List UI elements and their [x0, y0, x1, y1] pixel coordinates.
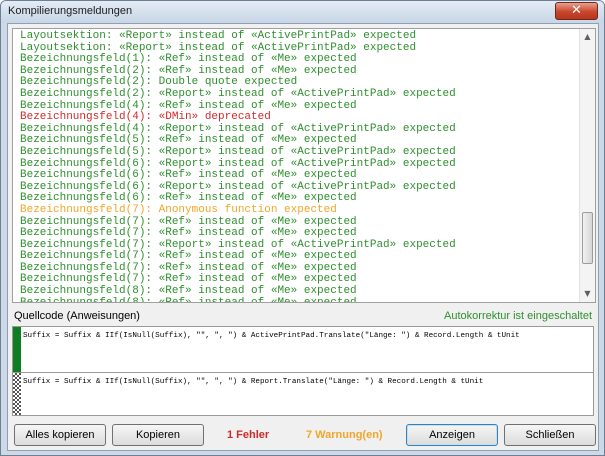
log-scrollbar[interactable]: ▲ ▼ [579, 29, 595, 302]
corrected-code-marker [13, 373, 21, 415]
log-line[interactable]: Layoutsektion: «Report» instead of «Acti… [20, 30, 580, 43]
log-line[interactable]: Bezeichnungsfeld(4): «DMin» deprecated [20, 112, 580, 124]
original-code-text: Suffix = Suffix & IIf(IsNull(Suffix), ""… [23, 332, 520, 340]
scrollbar-thumb[interactable] [582, 212, 593, 264]
corrected-code-text: Suffix = Suffix & IIf(IsNull(Suffix), ""… [23, 378, 484, 386]
warning-count: 7 Warnung(en) [306, 429, 383, 441]
log-line[interactable]: Bezeichnungsfeld(8): «Ref» instead of «M… [20, 285, 580, 298]
log-line[interactable]: Bezeichnungsfeld(5): «Report» instead of… [20, 146, 580, 159]
log-line[interactable]: Bezeichnungsfeld(7): Anonymous function … [20, 204, 580, 217]
copy-button[interactable]: Kopieren [112, 424, 204, 446]
compile-messages-window: Kompilierungsmeldungen ✕ Layoutsektion: … [0, 0, 605, 456]
source-code-label: Quellcode (Anweisungen) [14, 310, 140, 322]
autocorrect-status: Autokorrektur ist eingeschaltet [444, 310, 592, 322]
original-code-marker [13, 327, 21, 372]
log-line[interactable]: Bezeichnungsfeld(2): «Report» instead of… [20, 88, 580, 101]
log-line[interactable]: Bezeichnungsfeld(8): «Ref» instead of «M… [20, 297, 580, 302]
close-button[interactable]: Schließen [504, 424, 596, 446]
copy-all-button[interactable]: Alles kopieren [14, 424, 106, 446]
window-title: Kompilierungsmeldungen [8, 5, 133, 17]
window-close-button[interactable]: ✕ [555, 2, 598, 20]
corrected-code-box[interactable]: Suffix = Suffix & IIf(IsNull(Suffix), ""… [12, 372, 594, 416]
scroll-up-icon[interactable]: ▲ [580, 29, 595, 45]
message-log[interactable]: Layoutsektion: «Report» instead of «Acti… [12, 28, 596, 303]
dialog-client-area: Layoutsektion: «Report» instead of «Acti… [7, 23, 599, 451]
log-line[interactable]: Bezeichnungsfeld(7): «Ref» instead of «M… [20, 227, 580, 240]
scroll-down-icon[interactable]: ▼ [580, 286, 595, 302]
title-bar[interactable]: Kompilierungsmeldungen ✕ [1, 1, 604, 23]
log-line[interactable]: Bezeichnungsfeld(6): «Ref» instead of «M… [20, 170, 580, 182]
source-header: Quellcode (Anweisungen) Autokorrektur is… [8, 307, 598, 325]
original-code-box[interactable]: Suffix = Suffix & IIf(IsNull(Suffix), ""… [12, 326, 594, 373]
message-list: Layoutsektion: «Report» instead of «Acti… [20, 30, 580, 302]
error-count: 1 Fehler [227, 429, 270, 441]
show-button[interactable]: Anzeigen [406, 424, 498, 446]
